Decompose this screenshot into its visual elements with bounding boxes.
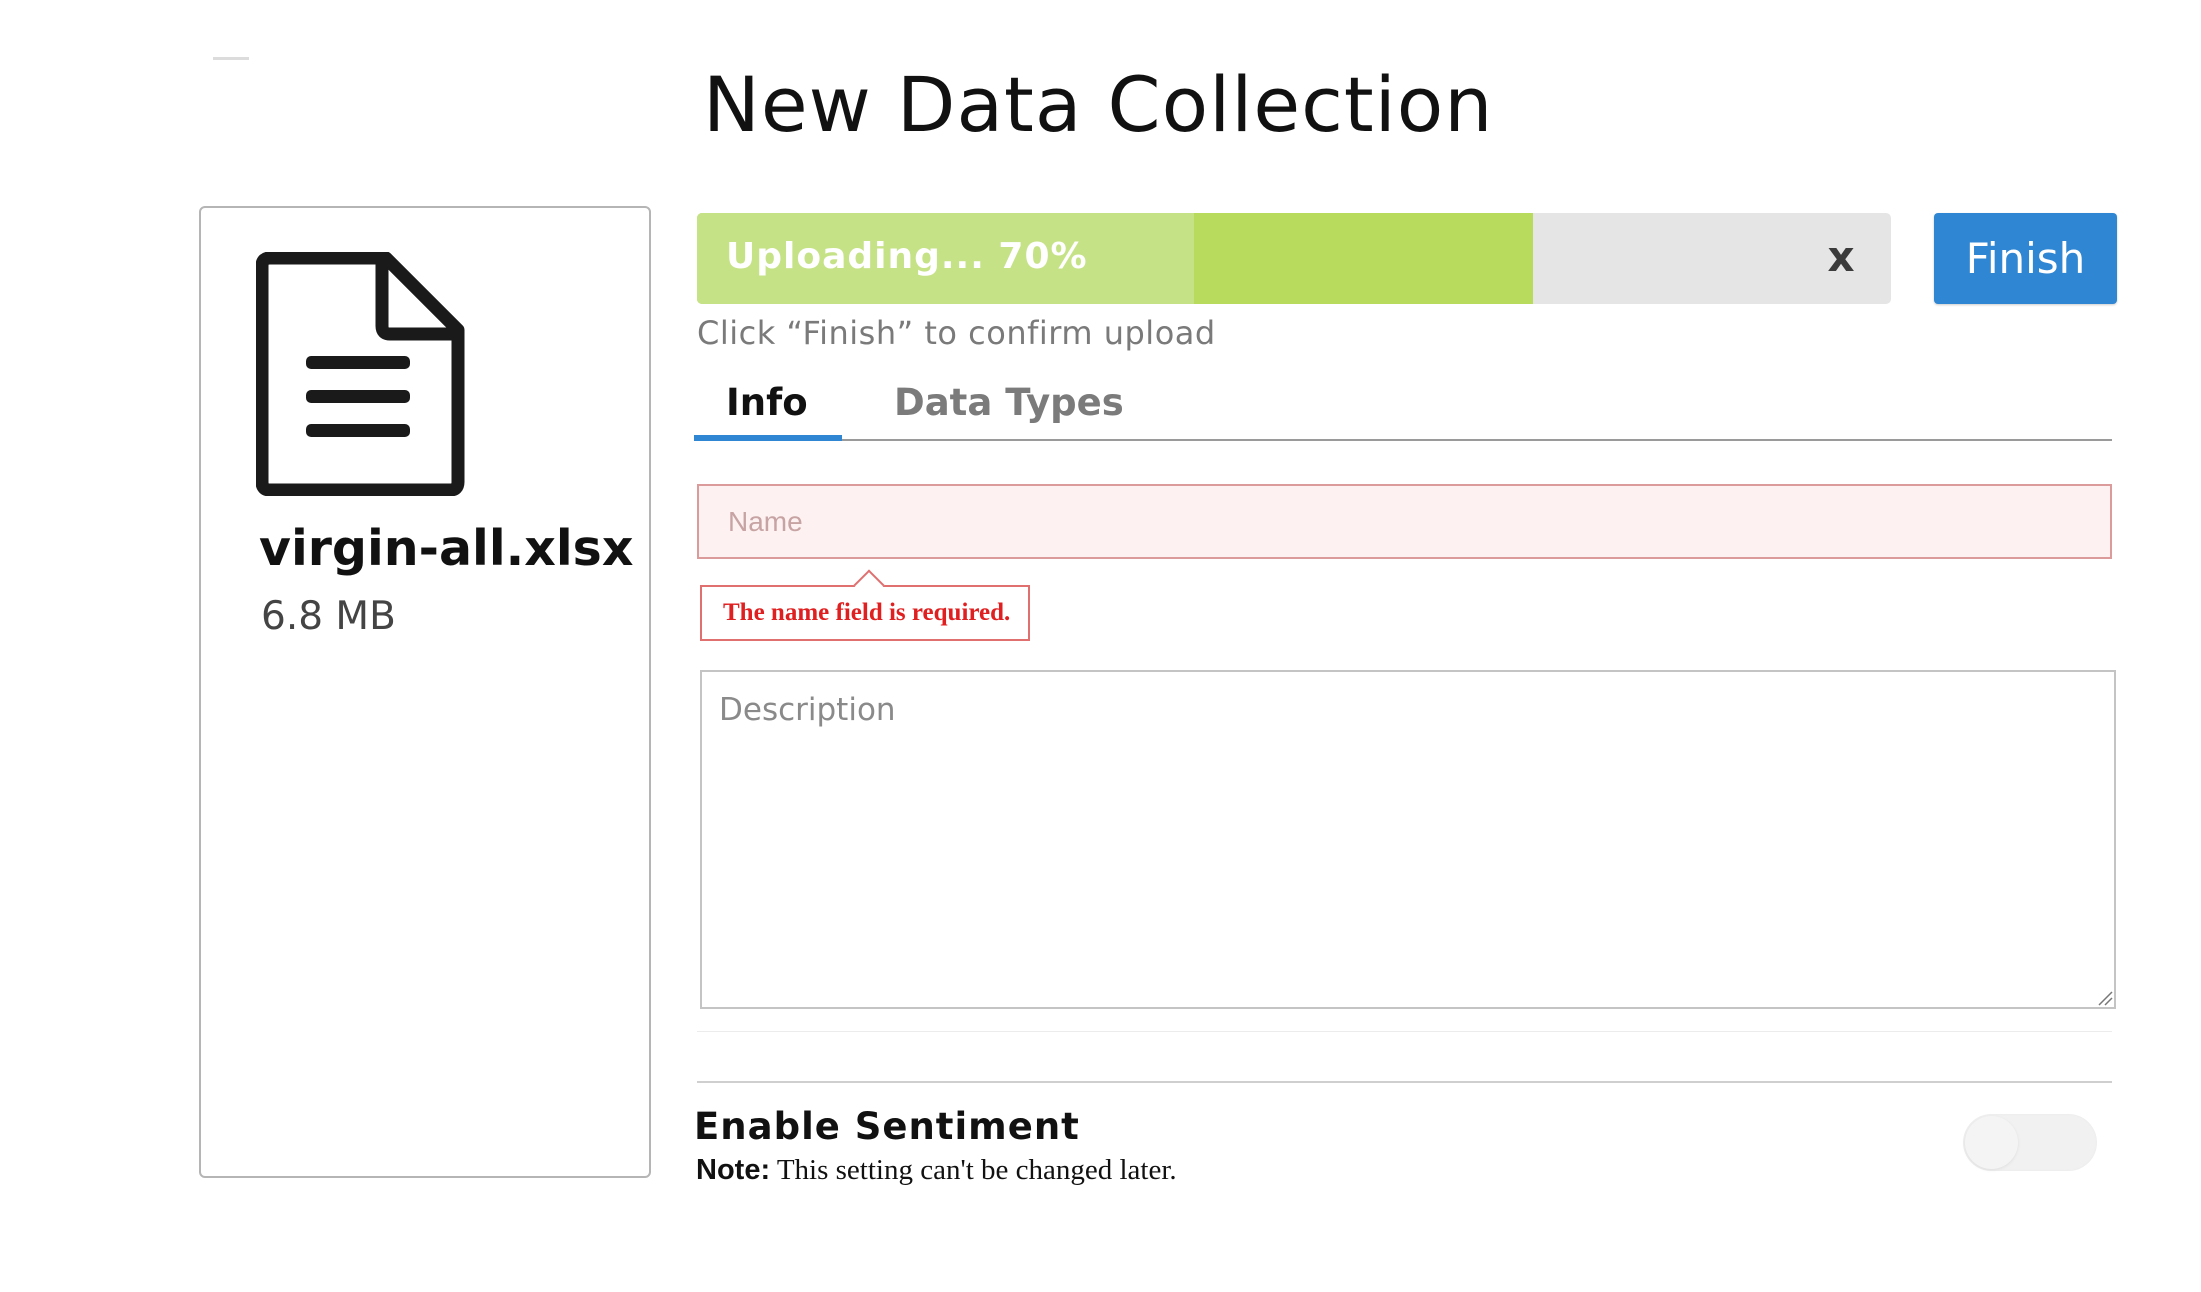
tab-info[interactable]: Info	[726, 381, 808, 424]
active-tab-indicator	[694, 435, 842, 441]
finish-button[interactable]: Finish	[1934, 213, 2117, 304]
name-input[interactable]	[697, 484, 2112, 559]
tab-data-types[interactable]: Data Types	[894, 381, 1124, 424]
name-error-message: The name field is required.	[700, 585, 1030, 641]
document-icon	[256, 252, 465, 496]
file-name: virgin-all.xlsx	[259, 520, 634, 577]
upload-progress-label: Uploading... 70%	[726, 236, 1088, 277]
enable-sentiment-toggle[interactable]	[1963, 1114, 2097, 1171]
sentiment-note: Note: This setting can't be changed late…	[696, 1154, 1177, 1187]
file-size: 6.8 MB	[261, 594, 396, 639]
section-divider	[697, 1081, 2112, 1083]
cancel-upload-button[interactable]: x	[1821, 229, 1861, 285]
sentiment-note-text: This setting can't be changed later.	[770, 1154, 1177, 1186]
resize-grip-icon[interactable]	[2097, 990, 2113, 1006]
upload-progress-bar: Uploading... 70% x	[697, 213, 1891, 304]
description-textarea[interactable]	[700, 670, 2116, 1009]
page-title: New Data Collection	[703, 60, 1494, 149]
tab-bar: Info Data Types	[694, 365, 2112, 441]
enable-sentiment-title: Enable Sentiment	[694, 1105, 1080, 1148]
new-data-collection-page: New Data Collection virgin-all.xlsx 6.8 …	[0, 0, 2201, 1292]
sentiment-note-label: Note:	[696, 1154, 771, 1186]
divider	[697, 1031, 2112, 1032]
corner-mark	[213, 57, 249, 60]
finish-hint: Click “Finish” to confirm upload	[697, 314, 1216, 352]
toggle-knob	[1965, 1116, 2018, 1169]
file-card: virgin-all.xlsx 6.8 MB	[199, 206, 651, 1178]
